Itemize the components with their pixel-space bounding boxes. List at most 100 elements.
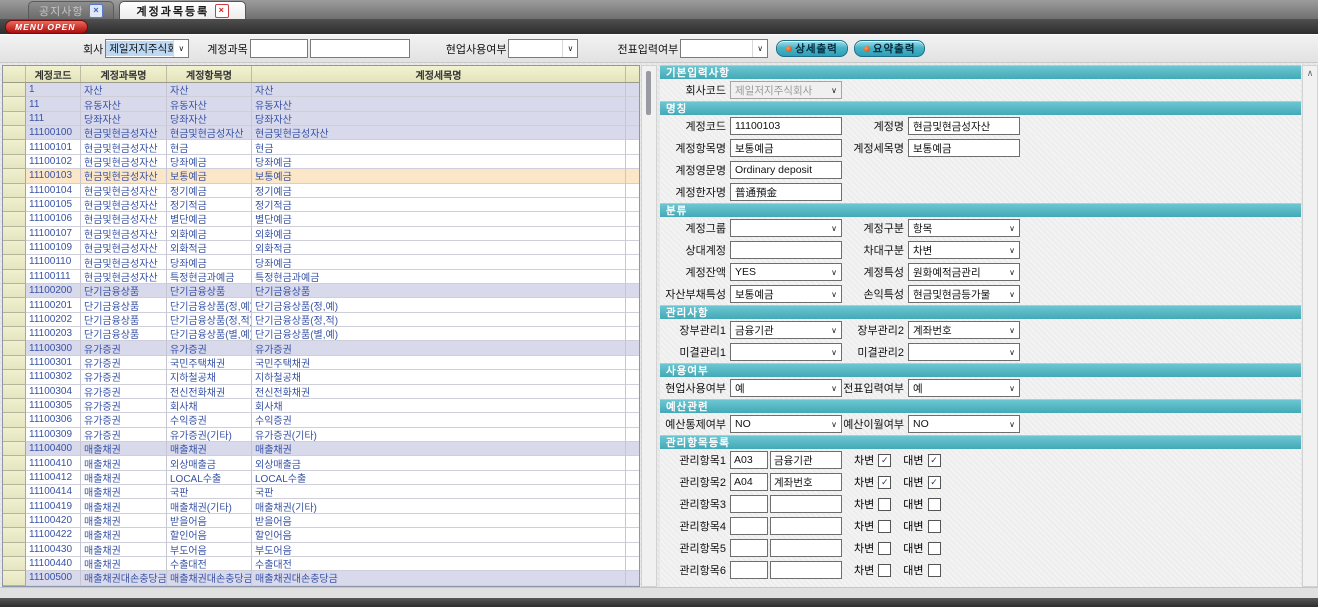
row-selector-cell[interactable] [3, 227, 26, 241]
account-balance-select[interactable]: YES∨ [730, 263, 842, 281]
row-selector-cell[interactable] [3, 284, 26, 298]
close-icon[interactable]: × [89, 4, 103, 18]
table-row[interactable]: 11100111현금및현금성자산특정현금과예금특정현금과예금 [3, 270, 639, 284]
column-header[interactable]: 계정세목명 [252, 66, 626, 82]
open-item-mgmt1-select[interactable]: ∨ [730, 343, 842, 361]
table-row[interactable]: 11100306유가증권수익증권수익증권 [3, 413, 639, 427]
row-selector-cell[interactable] [3, 499, 26, 513]
table-row[interactable]: 11100102현금및현금성자산당좌예금당좌예금 [3, 155, 639, 169]
table-row[interactable]: 11100107현금및현금성자산외화예금외화예금 [3, 227, 639, 241]
row-selector-cell[interactable] [3, 212, 26, 226]
column-header[interactable]: 계정코드 [26, 66, 81, 82]
row-selector-cell[interactable] [3, 270, 26, 284]
mgmt-item-name-field-2[interactable]: 계좌번호 [770, 473, 842, 491]
account-english-name-field[interactable]: Ordinary deposit [730, 161, 842, 179]
table-row[interactable]: 11100422매출채권할인어음할인어음 [3, 528, 639, 542]
table-row[interactable]: 11100202단기금융상품단기금융상품(정,적)단기금융상품(정,적) [3, 313, 639, 327]
budget-carryover-select[interactable]: NO∨ [908, 415, 1020, 433]
debit-checkbox-1[interactable]: ✓ [878, 454, 891, 467]
summary-print-button[interactable]: 요약출력 [854, 40, 926, 57]
account-code-field[interactable]: 11100103 [730, 117, 842, 135]
row-selector-cell[interactable] [3, 198, 26, 212]
row-selector-cell[interactable] [3, 241, 26, 255]
table-row[interactable]: 11100500매출채권대손충당금매출채권대손충당금매출채권대손충당금 [3, 571, 639, 585]
mgmt-item-code-field-1[interactable]: A03 [730, 451, 768, 469]
row-selector-cell[interactable] [3, 140, 26, 154]
row-selector-cell[interactable] [3, 313, 26, 327]
close-icon[interactable]: × [215, 4, 229, 18]
table-row[interactable]: 11100419매출채권매출채권(기타)매출채권(기타) [3, 499, 639, 513]
slip-input-filter-select[interactable]: ∨ [680, 39, 768, 58]
row-selector-cell[interactable] [3, 485, 26, 499]
slip-input-select[interactable]: 예∨ [908, 379, 1020, 397]
field-use-select[interactable]: 예∨ [730, 379, 842, 397]
table-row[interactable]: 11100305유가증권회사채회사채 [3, 399, 639, 413]
mgmt-item-code-field-3[interactable] [730, 495, 768, 513]
panel-scrollbar[interactable]: ∧ [1302, 65, 1318, 587]
account-attribute-select[interactable]: 원화예적금관리∨ [908, 263, 1020, 281]
credit-checkbox-3[interactable] [928, 498, 941, 511]
table-row[interactable]: 11100105현금및현금성자산정기적금정기적금 [3, 198, 639, 212]
ledger-mgmt2-select[interactable]: 계좌번호∨ [908, 321, 1020, 339]
debit-checkbox-2[interactable]: ✓ [878, 476, 891, 489]
row-selector-cell[interactable] [3, 413, 26, 427]
mgmt-item-code-field-4[interactable] [730, 517, 768, 535]
mgmt-item-name-field-3[interactable] [770, 495, 842, 513]
table-row[interactable]: 11100109현금및현금성자산외화적금외화적금 [3, 241, 639, 255]
scrollbar-thumb[interactable] [646, 71, 651, 115]
debit-checkbox-3[interactable] [878, 498, 891, 511]
credit-checkbox-1[interactable]: ✓ [928, 454, 941, 467]
credit-checkbox-6[interactable] [928, 564, 941, 577]
company-select[interactable]: 제일저지주식회사 ∨ [105, 39, 189, 58]
mgmt-item-name-field-5[interactable] [770, 539, 842, 557]
mgmt-item-name-field-4[interactable] [770, 517, 842, 535]
row-selector-cell[interactable] [3, 341, 26, 355]
debit-checkbox-6[interactable] [878, 564, 891, 577]
table-row[interactable]: 11100400매출채권매출채권매출채권 [3, 442, 639, 456]
company-code-select[interactable]: 제일저지주식회사∨ [730, 81, 842, 99]
mgmt-item-name-field-6[interactable] [770, 561, 842, 579]
account-class-select[interactable]: 항목∨ [908, 219, 1020, 237]
table-row[interactable]: 11100302유가증권지하철공채지하철공채 [3, 370, 639, 384]
table-row[interactable]: 11100420매출채권받을어음받을어음 [3, 514, 639, 528]
credit-checkbox-2[interactable]: ✓ [928, 476, 941, 489]
row-selector-cell[interactable] [3, 255, 26, 269]
counter-account-field[interactable] [730, 241, 842, 259]
profit-loss-attribute-select[interactable]: 현금및현금등가물∨ [908, 285, 1020, 303]
row-selector-cell[interactable] [3, 97, 26, 111]
row-selector-cell[interactable] [3, 126, 26, 140]
table-row[interactable]: 11100200단기금융상품단기금융상품단기금융상품 [3, 284, 639, 298]
table-row[interactable]: 11100309유가증권유가증권(기타)유가증권(기타) [3, 428, 639, 442]
row-selector-cell[interactable] [3, 399, 26, 413]
table-row[interactable]: 11100201단기금융상품단기금융상품(정,예)단기금융상품(정,예) [3, 298, 639, 312]
row-selector-cell[interactable] [3, 327, 26, 341]
budget-control-select[interactable]: NO∨ [730, 415, 842, 433]
row-selector-cell[interactable] [3, 298, 26, 312]
table-row[interactable]: 1자산자산자산 [3, 83, 639, 97]
table-row[interactable]: 11100430매출채권부도어음부도어음 [3, 543, 639, 557]
account-item-name-field[interactable]: 보통예금 [730, 139, 842, 157]
tab-account-registration[interactable]: 계정과목등록 × [119, 1, 246, 19]
mgmt-item-code-field-5[interactable] [730, 539, 768, 557]
open-item-mgmt2-select[interactable]: ∨ [908, 343, 1020, 361]
table-row[interactable]: 11100410매출채권외상매출금외상매출금 [3, 456, 639, 470]
debit-credit-class-select[interactable]: 차변∨ [908, 241, 1020, 259]
tab-notice[interactable]: 공지사항 × [28, 1, 114, 19]
column-header[interactable]: 계정과목명 [81, 66, 167, 82]
row-selector-cell[interactable] [3, 428, 26, 442]
row-selector-cell[interactable] [3, 528, 26, 542]
row-selector-cell[interactable] [3, 155, 26, 169]
row-selector-cell[interactable] [3, 514, 26, 528]
field-use-filter-select[interactable]: ∨ [508, 39, 578, 58]
row-selector-cell[interactable] [3, 356, 26, 370]
row-selector-cell[interactable] [3, 442, 26, 456]
table-row[interactable]: 11100203단기금융상품단기금융상품(별,예)단기금융상품(별,예) [3, 327, 639, 341]
row-selector-cell[interactable] [3, 557, 26, 571]
table-row[interactable]: 11100440매출채권수출대전수출대전 [3, 557, 639, 571]
row-selector-cell[interactable] [3, 543, 26, 557]
menu-open-button[interactable]: MENU OPEN [5, 20, 88, 34]
table-row[interactable]: 11100300유가증권유가증권유가증권 [3, 341, 639, 355]
table-row[interactable]: 11100412매출채권LOCAL수출LOCAL수출 [3, 471, 639, 485]
table-row[interactable]: 11유동자산유동자산유동자산 [3, 97, 639, 111]
account-code-input[interactable] [250, 39, 308, 58]
